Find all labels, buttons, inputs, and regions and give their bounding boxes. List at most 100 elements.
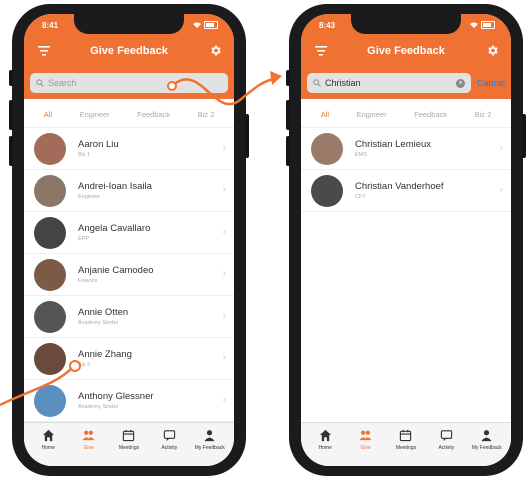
tab-activity[interactable]: Activity (430, 429, 462, 466)
tab-my-feedback[interactable]: My Feedback (194, 429, 226, 466)
search-input[interactable]: Search (30, 73, 228, 93)
tab-meetings[interactable]: Meetings (113, 429, 145, 466)
person-team: Finance (78, 278, 98, 284)
tab-my-feedback[interactable]: My Feedback (471, 429, 503, 466)
filter-tabs: All Engineer Feedback Biz 2 (24, 99, 234, 128)
filter-tabs: All Engineer Feedback Biz 2 (301, 99, 511, 128)
chat-icon (440, 430, 453, 442)
cancel-button[interactable]: Cancel (477, 78, 505, 88)
tab-feedback[interactable]: Feedback (137, 110, 170, 119)
volume-up-button (286, 100, 290, 130)
clear-icon[interactable]: × (455, 78, 465, 88)
side-button (522, 114, 526, 158)
avatar (311, 132, 343, 165)
tab-give[interactable]: Give (350, 429, 382, 466)
calendar-icon (123, 429, 135, 442)
people-icon (359, 430, 372, 441)
mute-switch (9, 70, 13, 86)
avatar (34, 384, 66, 417)
person-team: EPP (78, 236, 90, 242)
search-icon (313, 79, 321, 87)
avatar (34, 258, 66, 291)
list-item[interactable]: Anjanie Camodeo Finance › (24, 254, 234, 296)
tab-activity[interactable]: Activity (153, 429, 185, 466)
mute-switch (286, 70, 290, 86)
person-team: EMS (355, 152, 367, 158)
person-name: Andrei-Ioan Isaila (78, 181, 152, 192)
gear-icon[interactable] (209, 44, 222, 57)
list-item[interactable]: Christian Lemieux EMS › (301, 128, 511, 170)
person-icon (481, 430, 492, 442)
list-item[interactable]: Angela Cavallaro EPP › (24, 212, 234, 254)
status-icons (470, 21, 495, 29)
list-item[interactable]: Annie Otten Academy Sinder › (24, 296, 234, 338)
home-icon (319, 429, 331, 442)
tab-biz-2[interactable]: Biz 2 (198, 110, 215, 119)
tab-all[interactable]: All (44, 110, 52, 119)
page-title: Give Feedback (90, 45, 168, 57)
person-name: Aaron Liu (78, 139, 119, 150)
chat-icon (163, 430, 176, 442)
list-item[interactable]: Christian Vanderhoef CFT › (301, 170, 511, 212)
list-item[interactable]: Andrei-Ioan Isaila Engineer › (24, 170, 234, 212)
people-list: Aaron Liu Biz 1 › Andrei-Ioan Isaila Engin… (24, 128, 234, 422)
results-list: Christian Lemieux EMS › Christian Vanderh… (301, 128, 511, 212)
person-team: Academy Sinder (78, 320, 119, 326)
bottom-tab-bar: Home Give Meetings Activity My Feedback (301, 422, 511, 466)
chevron-right-icon: › (222, 310, 226, 321)
phone-left: 8:41 Give Feedback Search All Engineer F… (9, 4, 249, 476)
tab-meetings[interactable]: Meetings (390, 429, 422, 466)
chevron-right-icon: › (499, 142, 503, 153)
person-name: Anjanie Camodeo (78, 265, 154, 276)
search-value: Christian (325, 78, 361, 88)
volume-down-button (9, 136, 13, 166)
tab-label: Home (41, 445, 55, 451)
wifi-icon (470, 22, 478, 28)
chevron-right-icon: › (499, 184, 503, 195)
chevron-right-icon: › (222, 268, 226, 279)
phone-right: 8:43 Give Feedback Christian × Cancel Al… (286, 4, 526, 476)
gear-icon[interactable] (486, 44, 499, 57)
person-icon (204, 430, 215, 442)
volume-down-button (286, 136, 290, 166)
screen-right: 8:43 Give Feedback Christian × Cancel Al… (301, 14, 511, 466)
person-team: Biz 1 (78, 152, 91, 158)
person-name: Christian Lemieux (355, 139, 432, 150)
tab-biz-2[interactable]: Biz 2 (475, 110, 492, 119)
list-item[interactable]: Aaron Liu Biz 1 › (24, 128, 234, 170)
battery-icon (204, 21, 218, 29)
tab-label: My Feedback (194, 445, 225, 451)
tab-engineer[interactable]: Engineer (357, 110, 387, 119)
people-icon (82, 430, 95, 441)
tab-home[interactable]: Home (32, 429, 64, 466)
person-name: Annie Zhang (78, 349, 132, 360)
person-name: Anthony Glessner (78, 391, 154, 402)
screen-left: 8:41 Give Feedback Search All Engineer F… (24, 14, 234, 466)
arrowhead-icon (270, 71, 282, 85)
search-input[interactable]: Christian × (307, 73, 471, 93)
person-team: Engineer (78, 194, 101, 200)
tab-give[interactable]: Give (73, 429, 105, 466)
home-icon (42, 429, 54, 442)
search-placeholder: Search (48, 78, 77, 88)
wifi-icon (193, 22, 201, 28)
chevron-right-icon: › (222, 142, 226, 153)
list-item[interactable]: Anthony Glessner Academy Sinder › (24, 380, 234, 422)
tab-label: Meetings (395, 445, 417, 451)
person-name: Annie Otten (78, 307, 129, 318)
tab-home[interactable]: Home (309, 429, 341, 466)
tab-all[interactable]: All (321, 110, 329, 119)
status-time: 8:41 (42, 21, 59, 30)
tab-label: Home (318, 445, 332, 451)
tab-label: Give (360, 445, 371, 451)
tab-engineer[interactable]: Engineer (80, 110, 110, 119)
person-team: CFT (355, 194, 366, 200)
avatar (34, 342, 66, 375)
person-team: Academy Sinder (78, 404, 119, 410)
chevron-right-icon: › (222, 352, 226, 363)
volume-up-button (9, 100, 13, 130)
person-team: Biz 2 (78, 362, 91, 368)
list-item[interactable]: Annie Zhang Biz 2 › (24, 338, 234, 380)
avatar (34, 300, 66, 333)
tab-feedback[interactable]: Feedback (414, 110, 447, 119)
